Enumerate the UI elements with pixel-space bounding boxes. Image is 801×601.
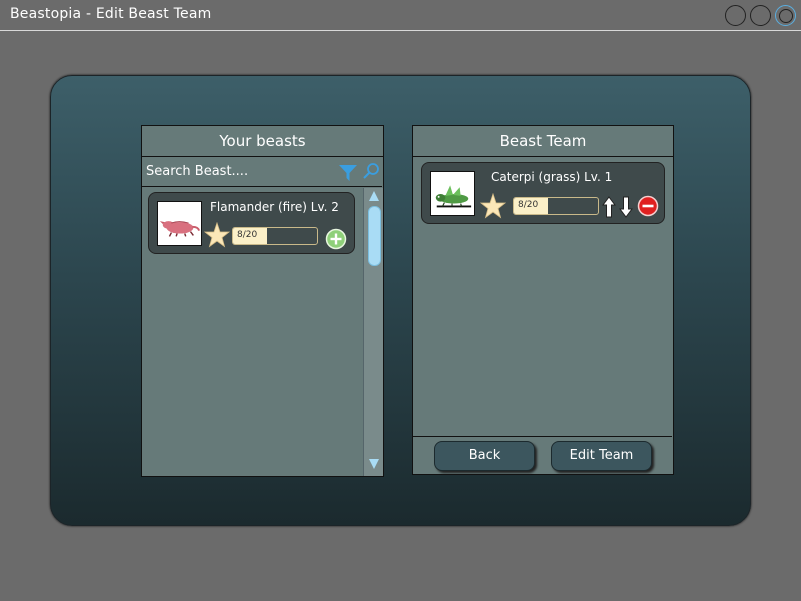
search-input[interactable]: Search Beast....: [146, 164, 248, 179]
star-icon: [204, 222, 230, 248]
scrollbar[interactable]: [363, 188, 383, 476]
scroll-down-arrow-icon[interactable]: [368, 458, 380, 470]
search-bar[interactable]: Search Beast....: [142, 157, 382, 187]
beast-portrait: [157, 201, 202, 246]
caterpi-image: [435, 185, 472, 208]
xp-text: 8/20: [518, 200, 539, 210]
beast-card-flamander[interactable]: Flamander (fire) Lv. 2 8/20: [148, 192, 355, 254]
beast-name: Flamander (fire) Lv. 2: [210, 200, 339, 214]
move-down-arrow-icon[interactable]: [619, 196, 633, 218]
beast-team-panel: Beast Team Caterpi (grass) Lv. 1 8/20 Ba…: [412, 125, 674, 475]
beast-portrait: [430, 171, 475, 216]
team-footer: Back Edit Team: [413, 436, 672, 474]
minimize-button[interactable]: [725, 5, 746, 26]
filter-icon[interactable]: [338, 163, 358, 183]
beast-name: Caterpi (grass) Lv. 1: [491, 170, 613, 184]
your-beasts-header: Your beasts: [142, 126, 383, 157]
xp-bar: 8/20: [232, 227, 318, 245]
team-card-caterpi[interactable]: Caterpi (grass) Lv. 1 8/20: [421, 162, 665, 224]
title-bar: Beastopia - Edit Beast Team: [0, 0, 801, 31]
search-icon[interactable]: [362, 162, 380, 180]
beast-team-header: Beast Team: [413, 126, 673, 157]
your-beasts-panel: Your beasts Search Beast.... Flamander (…: [141, 125, 384, 477]
back-button[interactable]: Back: [434, 441, 535, 471]
window-title: Beastopia - Edit Beast Team: [10, 6, 212, 22]
scrollbar-thumb[interactable]: [368, 206, 381, 266]
remove-circle-icon[interactable]: [637, 195, 659, 217]
xp-text: 8/20: [237, 230, 258, 240]
star-icon: [480, 193, 506, 219]
maximize-button[interactable]: [750, 5, 771, 26]
xp-bar: 8/20: [513, 197, 599, 215]
scroll-up-arrow-icon[interactable]: [368, 190, 380, 202]
move-up-arrow-icon[interactable]: [602, 196, 616, 218]
close-button[interactable]: [775, 5, 796, 26]
edit-team-button[interactable]: Edit Team: [551, 441, 652, 471]
flamander-image: [159, 221, 201, 237]
add-circle-icon[interactable]: [325, 228, 347, 250]
